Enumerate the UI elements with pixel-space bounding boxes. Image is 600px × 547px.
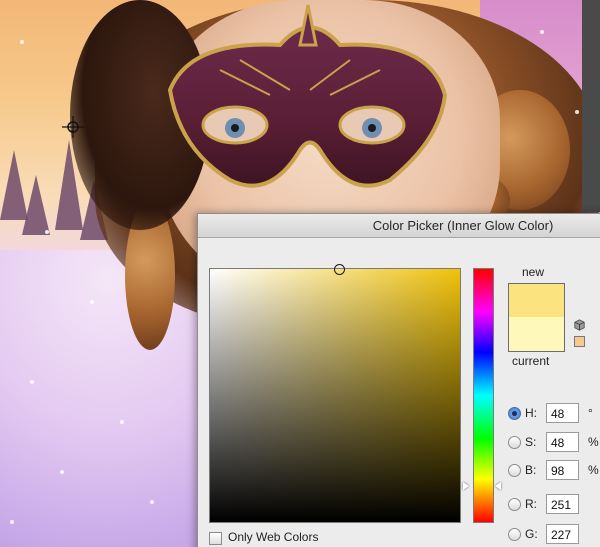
current-color-label: current xyxy=(512,354,550,368)
red-radio[interactable] xyxy=(508,498,521,511)
hue-slider-left-arrow-icon[interactable] xyxy=(463,482,469,490)
saturation-label: S: xyxy=(525,435,537,449)
hue-radio[interactable] xyxy=(508,407,521,420)
snowflake xyxy=(150,500,154,504)
snowflake xyxy=(30,380,34,384)
dialog-titlebar[interactable]: Color Picker (Inner Glow Color) xyxy=(198,214,600,238)
color-field-marker[interactable] xyxy=(334,264,345,275)
hue-slider[interactable] xyxy=(473,268,494,523)
screen: Color Picker (Inner Glow Color) new curr… xyxy=(0,0,600,547)
saturation-brightness-field[interactable] xyxy=(209,264,461,523)
snowflake xyxy=(45,230,49,234)
masquerade-mask xyxy=(167,4,448,188)
green-label: G: xyxy=(525,527,538,541)
green-input[interactable]: 227 xyxy=(546,524,579,544)
hue-input[interactable]: 48 xyxy=(546,403,579,423)
snowflake xyxy=(540,30,544,34)
snowflake xyxy=(90,300,94,304)
red-label: R: xyxy=(525,497,537,511)
right-panel-edge xyxy=(582,0,600,212)
only-web-colors-checkbox[interactable] xyxy=(209,532,222,545)
hue-unit: ° xyxy=(588,406,593,420)
pine-tree xyxy=(22,175,50,235)
current-color-swatch[interactable] xyxy=(508,317,565,352)
snowflake xyxy=(575,110,579,114)
web-safe-color-chip[interactable] xyxy=(574,336,585,347)
crosshair-cursor-icon xyxy=(62,116,84,138)
new-color-label: new xyxy=(522,265,545,279)
green-radio[interactable] xyxy=(508,528,521,541)
brightness-input[interactable]: 98 xyxy=(546,460,579,480)
hue-label: H: xyxy=(525,406,537,420)
saturation-unit: % xyxy=(588,435,599,449)
new-color-swatch xyxy=(508,283,565,318)
brightness-label: B: xyxy=(525,463,537,477)
hue-slider-right-arrow-icon[interactable] xyxy=(495,482,501,490)
brightness-radio[interactable] xyxy=(508,464,521,477)
saturation-input[interactable]: 48 xyxy=(546,432,579,452)
only-web-colors-label: Only Web Colors xyxy=(228,530,319,544)
dialog-title: Color Picker (Inner Glow Color) xyxy=(372,218,554,233)
red-input[interactable]: 251 xyxy=(546,494,579,514)
snowflake xyxy=(120,420,124,424)
color-picker-dialog: Color Picker (Inner Glow Color) new curr… xyxy=(197,213,600,547)
snowflake xyxy=(20,40,24,44)
web-safe-cube-icon[interactable] xyxy=(574,319,585,331)
brightness-unit: % xyxy=(588,463,599,477)
snowflake xyxy=(60,470,64,474)
snowflake xyxy=(10,520,14,524)
saturation-radio[interactable] xyxy=(508,436,521,449)
